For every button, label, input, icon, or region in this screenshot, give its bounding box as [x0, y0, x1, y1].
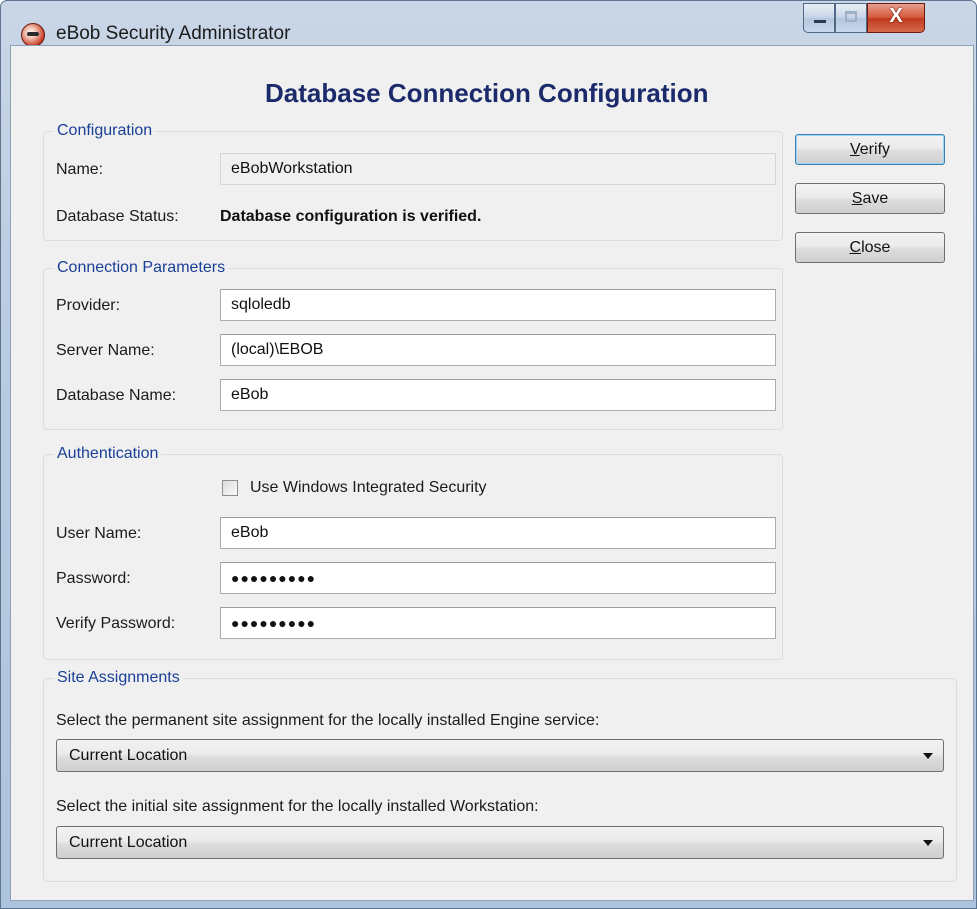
- verify-password-label: Verify Password:: [56, 615, 176, 632]
- save-mnemonic: S: [851, 190, 863, 207]
- provider-field[interactable]: sqloledb: [220, 289, 776, 321]
- provider-label: Provider:: [56, 297, 121, 314]
- dialog-client-area: Database Connection Configuration Config…: [10, 45, 974, 901]
- user-name-field[interactable]: eBob: [220, 517, 776, 549]
- workstation-site-dropdown[interactable]: Current Location: [56, 826, 944, 859]
- windows-security-label[interactable]: Use Windows Integrated Security: [250, 479, 487, 497]
- save-button[interactable]: Save: [795, 183, 945, 214]
- password-label: Password:: [56, 570, 131, 587]
- chevron-down-icon: [923, 753, 933, 759]
- engine-site-dropdown[interactable]: Current Location: [56, 739, 944, 772]
- minimize-icon: [814, 20, 826, 23]
- server-name-field[interactable]: (local)\EBOB: [220, 334, 776, 366]
- workstation-site-prompt: Select the initial site assignment for t…: [56, 798, 539, 815]
- minimize-button[interactable]: [803, 3, 835, 33]
- title-bar[interactable]: eBob Security Administrator X: [1, 1, 976, 47]
- chevron-down-icon: [923, 840, 933, 846]
- connection-parameters-group-title: Connection Parameters: [54, 259, 229, 277]
- close-button[interactable]: Close: [795, 232, 945, 263]
- windows-security-checkbox[interactable]: [222, 480, 238, 496]
- configuration-group-title: Configuration: [54, 122, 156, 140]
- app-window: eBob Security Administrator X Database C…: [0, 0, 977, 909]
- configuration-group: Configuration Name: eBobWorkstation Data…: [43, 122, 783, 241]
- verify-password-field[interactable]: ●●●●●●●●●: [220, 607, 776, 639]
- engine-site-selected: Current Location: [69, 747, 188, 764]
- verify-label: erify: [859, 141, 891, 158]
- close-icon: X: [889, 5, 903, 27]
- engine-site-prompt: Select the permanent site assignment for…: [56, 712, 600, 729]
- server-name-label: Server Name:: [56, 342, 155, 359]
- close-label: lose: [861, 239, 891, 256]
- password-field[interactable]: ●●●●●●●●●: [220, 562, 776, 594]
- save-label: ave: [862, 190, 889, 207]
- page-title: Database Connection Configuration: [265, 78, 709, 108]
- maximize-icon: [845, 11, 857, 22]
- close-window-button[interactable]: X: [867, 3, 925, 33]
- site-assignments-group: Site Assignments Select the permanent si…: [43, 669, 957, 882]
- verify-button[interactable]: Verify: [795, 134, 945, 165]
- ebob-app-icon[interactable]: [21, 23, 45, 47]
- database-name-label: Database Name:: [56, 387, 177, 404]
- verify-mnemonic: V: [849, 141, 860, 158]
- user-name-label: User Name:: [56, 525, 142, 542]
- close-mnemonic: C: [849, 239, 862, 256]
- authentication-group: Authentication Use Windows Integrated Se…: [43, 445, 783, 660]
- workstation-site-selected: Current Location: [69, 834, 188, 851]
- name-field: eBobWorkstation: [220, 153, 776, 185]
- authentication-group-title: Authentication: [54, 445, 162, 463]
- database-name-field[interactable]: eBob: [220, 379, 776, 411]
- database-status-label: Database Status:: [56, 208, 179, 225]
- connection-parameters-group: Connection Parameters Provider: sqloledb…: [43, 259, 783, 430]
- window-title: eBob Security Administrator: [56, 23, 291, 44]
- database-status-value: Database configuration is verified.: [220, 208, 482, 225]
- name-label: Name:: [56, 161, 104, 178]
- site-assignments-group-title: Site Assignments: [54, 669, 183, 687]
- maximize-button[interactable]: [835, 3, 867, 33]
